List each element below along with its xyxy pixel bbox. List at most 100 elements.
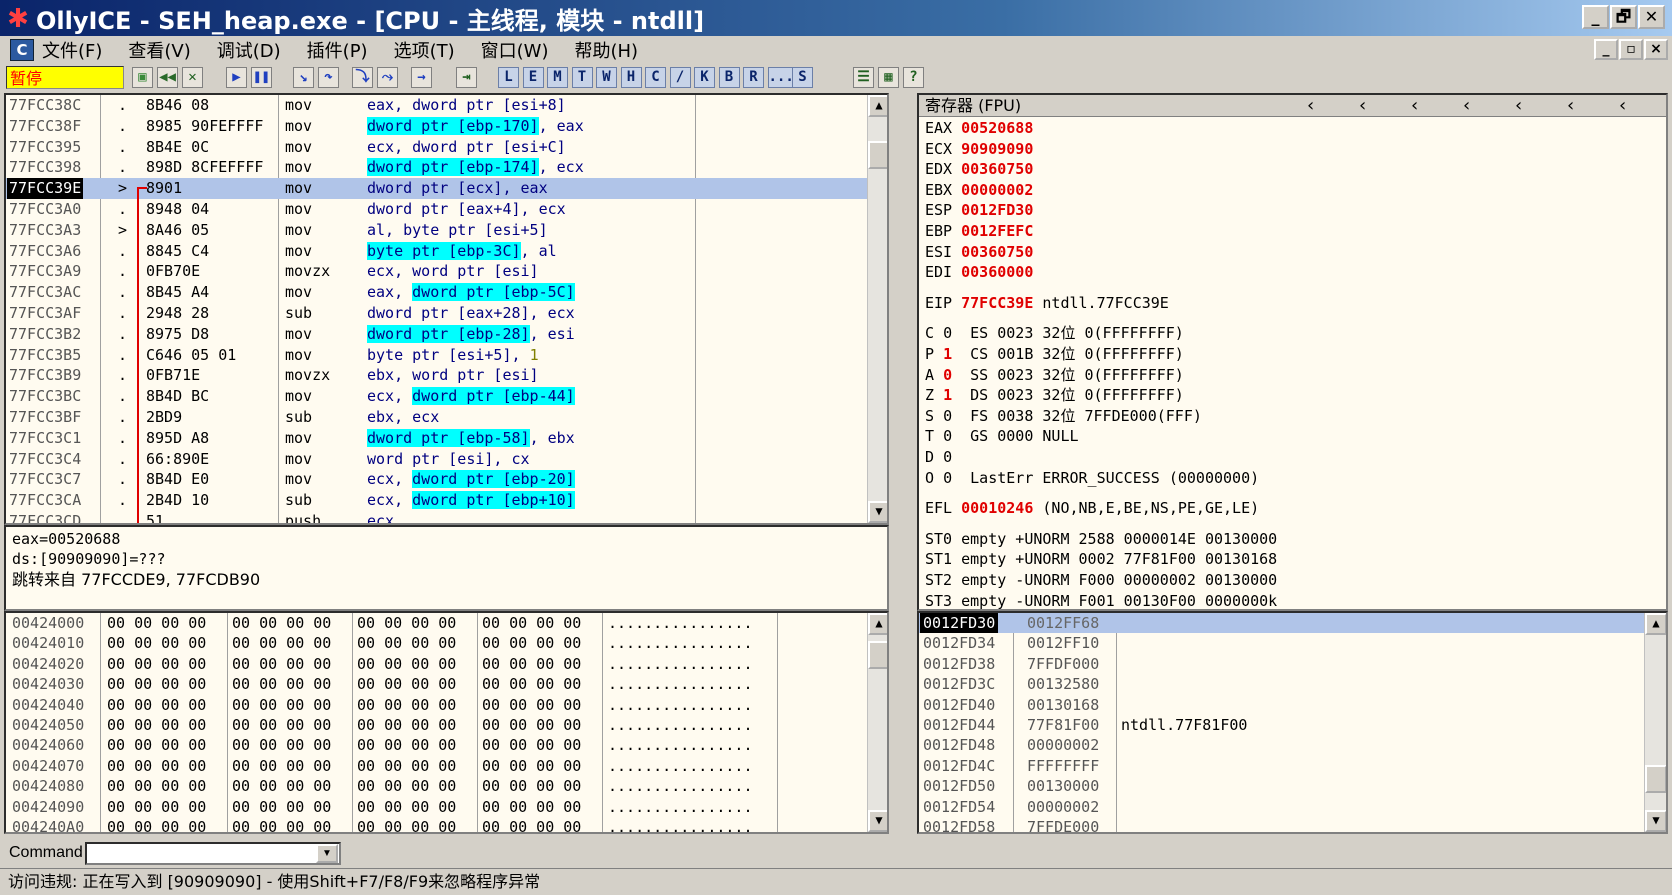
flag-row[interactable]: T 0 GS 0000 NULL [925, 426, 1079, 447]
scroll-thumb[interactable] [1645, 765, 1666, 793]
eip-row[interactable]: EIP 77FCC39E ntdll.77FCC39E [925, 293, 1169, 314]
register-value[interactable]: 00360750 [961, 160, 1033, 178]
toolbar-letter-button[interactable]: R [743, 67, 764, 88]
stack-row[interactable]: 0012FD40 00130168 [919, 695, 1644, 715]
toolbar-letter-button[interactable]: / [669, 67, 691, 88]
open-icon[interactable]: ▣ [132, 67, 153, 88]
disasm-row[interactable]: 77FCC38C. 8B46 08 mov eax, dword ptr [esi+8… [6, 95, 867, 116]
disasm-row[interactable]: 77FCC3A0. 8948 04 mov dword ptr [eax+4], ec… [6, 199, 867, 220]
scroll-down-button[interactable]: ▼ [868, 810, 887, 832]
flag-row[interactable]: O 0 LastErr ERROR_SUCCESS (00000000) [925, 468, 1259, 489]
mdi-restore-button[interactable]: ▫ [1619, 39, 1643, 60]
register-row[interactable]: ESP 0012FD30 [925, 200, 1033, 221]
restart-icon[interactable]: ◀◀ [157, 67, 178, 88]
flag-value[interactable]: 1 [943, 345, 952, 363]
toolbar-letter-button[interactable]: S [792, 67, 813, 88]
disasm-row[interactable]: 77FCC3B2. 8975 D8 mov dword ptr [ebp-28], e… [6, 324, 867, 345]
stack-scrollbar[interactable]: ▲ ▼ [1644, 613, 1666, 832]
flag-row[interactable]: C 0 ES 0023 32位 0(FFFFFFFF) [925, 323, 1184, 344]
cpu-window-icon[interactable]: C [10, 39, 34, 61]
register-row[interactable]: EBX 00000002 [925, 180, 1033, 201]
toolbar-letter-button[interactable]: K [694, 67, 715, 88]
chevron-left-icon[interactable]: ‹ [1567, 95, 1574, 117]
register-row[interactable]: EDX 00360750 [925, 159, 1033, 180]
dump-row[interactable]: 00424030 00 00 00 00 00 00 00 00 00 00 00 0… [6, 674, 867, 694]
efl-row[interactable]: EFL 00010246 (NO,NB,E,BE,NS,PE,GE,LE) [925, 498, 1259, 519]
dump-scrollbar[interactable]: ▲ ▼ [867, 613, 887, 832]
disasm-row[interactable]: 77FCC3BC. 8B4D BC mov ecx, dword ptr [ebp-4… [6, 386, 867, 407]
close-button[interactable]: ✕ [1638, 5, 1665, 29]
stack-row[interactable]: 0012FD38 7FFDF000 [919, 654, 1644, 674]
dump-row[interactable]: 00424040 00 00 00 00 00 00 00 00 00 00 00 0… [6, 695, 867, 715]
goto-icon[interactable]: ⇥ [456, 67, 477, 88]
flag-row[interactable]: P 1 CS 001B 32位 0(FFFFFFFF) [925, 344, 1184, 365]
disasm-row[interactable]: 77FCC3C4. 66:890E mov word ptr [esi], cx [6, 449, 867, 470]
menu-options[interactable]: 选项(T) [394, 37, 455, 63]
close-program-icon[interactable]: ✕ [182, 67, 203, 88]
stack-row[interactable]: 0012FD50 00130000 [919, 776, 1644, 796]
execute-till-return-icon[interactable]: → [411, 67, 432, 88]
chevron-left-icon[interactable]: ‹ [1463, 95, 1470, 117]
scroll-up-button[interactable]: ▲ [868, 95, 887, 117]
register-row[interactable]: EDI 00360000 [925, 262, 1033, 283]
stack-row[interactable]: 0012FD54 00000002 [919, 797, 1644, 817]
chevron-left-icon[interactable]: ‹ [1411, 95, 1418, 117]
flag-value[interactable]: 0 [943, 448, 952, 466]
stack-row[interactable]: 0012FD4C FFFFFFFF [919, 756, 1644, 776]
disasm-row[interactable]: 77FCC3B9. 0FB71E movzx ebx, word ptr [esi] [6, 365, 867, 386]
disassembly-scrollbar[interactable]: ▲ ▼ [867, 95, 887, 523]
list-icon[interactable]: ☰ [853, 67, 874, 88]
register-row[interactable]: EAX 00520688 [925, 118, 1033, 139]
flag-row[interactable]: A 0 SS 0023 32位 0(FFFFFFFF) [925, 365, 1184, 386]
scroll-down-button[interactable]: ▼ [868, 501, 887, 523]
fpu-row[interactable]: ST0 empty +UNORM 2588 0000014E 00130000 [925, 529, 1277, 550]
register-value[interactable]: 00520688 [961, 119, 1033, 137]
menu-view[interactable]: 查看(V) [128, 37, 190, 63]
chevron-left-icon[interactable]: ‹ [1359, 95, 1366, 117]
scroll-thumb[interactable] [868, 141, 887, 169]
stack-row[interactable]: 0012FD34 0012FF10 [919, 633, 1644, 653]
restore-button[interactable]: 🗗 [1610, 5, 1637, 29]
mdi-close-button[interactable]: × [1644, 39, 1668, 60]
scroll-up-button[interactable]: ▲ [1645, 613, 1666, 635]
fpu-row[interactable]: ST2 empty -UNORM F000 00000002 00130000 [925, 570, 1277, 591]
command-input[interactable] [85, 842, 341, 865]
register-value[interactable]: 00000002 [961, 181, 1033, 199]
flag-value[interactable]: 0 [943, 324, 952, 342]
info-pane[interactable]: eax=00520688 ds:[90909090]=??? 跳转来自 77FC… [4, 525, 889, 611]
register-row[interactable]: ESI 00360750 [925, 242, 1033, 263]
register-value[interactable]: 00010246 [961, 499, 1033, 517]
menu-plugins[interactable]: 插件(P) [307, 37, 368, 63]
toolbar-letter-button[interactable]: E [522, 67, 544, 88]
fpu-row[interactable]: ST3 empty -UNORM F001 00130F00 0000000k [925, 591, 1277, 609]
memory-dump-pane[interactable]: 00424000 00 00 00 00 00 00 00 00 00 00 00 0… [4, 611, 889, 834]
toolbar-letter-button[interactable]: W [596, 67, 617, 88]
disasm-row[interactable]: 77FCC3C1. 895D A8 mov dword ptr [ebp-58], e… [6, 428, 867, 449]
mdi-minimize-button[interactable]: _ [1594, 39, 1618, 60]
register-value[interactable]: 90909090 [961, 140, 1033, 158]
flag-row[interactable]: D 0 [925, 447, 970, 468]
scroll-up-button[interactable]: ▲ [868, 613, 887, 635]
dump-row[interactable]: 00424080 00 00 00 00 00 00 00 00 00 00 00 0… [6, 776, 867, 796]
disasm-row[interactable]: 77FCC395. 8B4E 0C mov ecx, dword ptr [esi+C… [6, 137, 867, 158]
toolbar-letter-button[interactable]: L [498, 67, 519, 88]
chevron-left-icon[interactable]: ‹ [1515, 95, 1522, 117]
disasm-row[interactable]: 77FCC39E >8901 mov dword ptr [ecx], eax [6, 178, 867, 199]
registers-header[interactable]: 寄存器 (FPU) ‹ ‹ ‹ ‹ ‹ ‹ ‹ [919, 95, 1666, 117]
chevron-down-icon[interactable]: ▼ [316, 844, 338, 863]
dump-row[interactable]: 00424020 00 00 00 00 00 00 00 00 00 00 00 0… [6, 654, 867, 674]
disasm-row[interactable]: 77FCC3CD. 51 push ecx [6, 511, 867, 523]
dump-row[interactable]: 00424090 00 00 00 00 00 00 00 00 00 00 00 0… [6, 797, 867, 817]
menu-debug[interactable]: 调试(D) [217, 37, 281, 63]
disasm-row[interactable]: 77FCC3A9. 0FB70E movzx ecx, word ptr [esi] [6, 261, 867, 282]
disasm-row[interactable]: 77FCC3AC. 8B45 A4 mov eax, dword ptr [ebp-5… [6, 282, 867, 303]
minimize-button[interactable]: _ [1582, 5, 1609, 29]
dump-row[interactable]: 00424010 00 00 00 00 00 00 00 00 00 00 00 0… [6, 633, 867, 653]
disasm-row[interactable]: 77FCC3BF. 2BD9 sub ebx, ecx [6, 407, 867, 428]
dump-row[interactable]: 00424050 00 00 00 00 00 00 00 00 00 00 00 0… [6, 715, 867, 735]
chevron-left-icon[interactable]: ‹ [1619, 95, 1626, 117]
flag-value[interactable]: 0 [943, 469, 952, 487]
flag-value[interactable]: 0 [943, 427, 952, 445]
stack-row[interactable]: 0012FD30 0012FF68 [919, 613, 1644, 634]
disasm-row[interactable]: 77FCC3A6. 8845 C4 mov byte ptr [ebp-3C], al [6, 241, 867, 262]
